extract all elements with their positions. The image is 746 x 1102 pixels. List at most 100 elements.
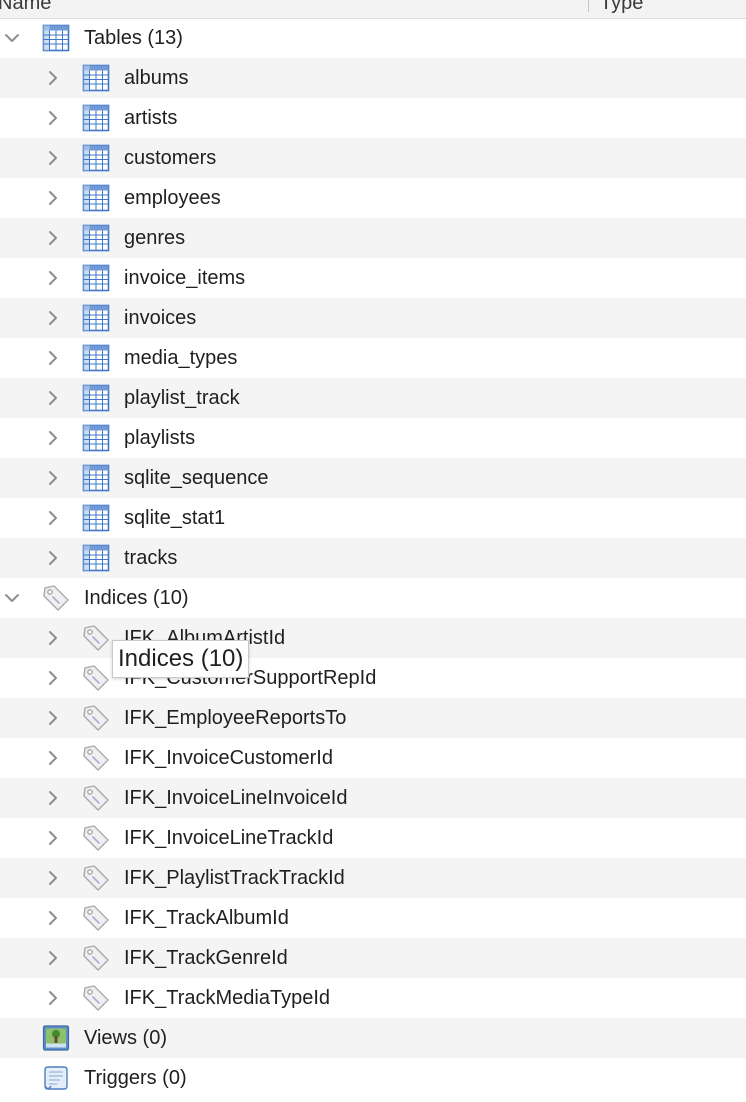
tree-item-table[interactable]: playlist_track: [0, 378, 746, 418]
tree-item-index[interactable]: IFK_EmployeeReportsTo: [0, 698, 746, 738]
type-column-header[interactable]: Type: [600, 0, 643, 15]
chevron-right-icon[interactable]: [43, 388, 63, 408]
tree-item-table[interactable]: employees: [0, 178, 746, 218]
chevron-right-icon[interactable]: [43, 508, 63, 528]
tree-item-index[interactable]: IFK_InvoiceLineInvoiceId: [0, 778, 746, 818]
chevron-right-icon[interactable]: [43, 668, 63, 688]
group-label: Tables (13): [84, 27, 183, 49]
tree-item-index[interactable]: IFK_PlaylistTrackTrackId: [0, 858, 746, 898]
tree-item-index[interactable]: IFK_InvoiceCustomerId: [0, 738, 746, 778]
item-label: albums: [124, 67, 189, 89]
item-label: IFK_InvoiceCustomerId: [124, 747, 333, 769]
chevron-right-icon[interactable]: [43, 948, 63, 968]
item-label: invoices: [124, 307, 197, 329]
chevron-right-icon[interactable]: [43, 828, 63, 848]
tag-icon: [82, 904, 110, 932]
chevron-right-icon[interactable]: [43, 348, 63, 368]
table-icon: [82, 104, 110, 132]
chevron-right-icon[interactable]: [43, 428, 63, 448]
tree-item-table[interactable]: sqlite_stat1: [0, 498, 746, 538]
tree-item-index[interactable]: IFK_InvoiceLineTrackId: [0, 818, 746, 858]
chevron-down-icon[interactable]: [2, 28, 22, 48]
group-views[interactable]: Views (0): [0, 1018, 746, 1058]
group-tables[interactable]: Tables (13): [0, 18, 746, 58]
table-icon: [42, 24, 70, 52]
tree-item-index[interactable]: IFK_TrackMediaTypeId: [0, 978, 746, 1018]
chevron-right-icon[interactable]: [43, 68, 63, 88]
chevron-right-icon[interactable]: [43, 268, 63, 288]
item-label: artists: [124, 107, 178, 129]
chevron-right-icon[interactable]: [43, 628, 63, 648]
tag-icon: [82, 984, 110, 1012]
chevron-right-icon[interactable]: [43, 308, 63, 328]
table-icon: [82, 264, 110, 292]
group-label: Views (0): [84, 1027, 167, 1049]
table-icon: [82, 344, 110, 372]
table-icon: [82, 224, 110, 252]
chevron-right-icon[interactable]: [43, 708, 63, 728]
table-icon: [82, 384, 110, 412]
column-header: Name Type: [0, 0, 746, 19]
tree-item-table[interactable]: playlists: [0, 418, 746, 458]
item-label: genres: [124, 227, 186, 249]
table-icon: [82, 424, 110, 452]
table-icon: [82, 144, 110, 172]
view-icon: [42, 1024, 70, 1052]
tag-icon: [82, 704, 110, 732]
column-divider[interactable]: [588, 0, 589, 12]
tree-item-table[interactable]: media_types: [0, 338, 746, 378]
table-icon: [82, 64, 110, 92]
item-label: IFK_PlaylistTrackTrackId: [124, 867, 345, 889]
group-triggers[interactable]: Triggers (0): [0, 1058, 746, 1098]
item-label: sqlite_sequence: [124, 467, 269, 489]
tag-icon: [82, 624, 110, 652]
chevron-right-icon[interactable]: [43, 108, 63, 128]
group-indices[interactable]: Indices (10): [0, 578, 746, 618]
chevron-right-icon[interactable]: [43, 868, 63, 888]
tree-item-index[interactable]: IFK_TrackGenreId: [0, 938, 746, 978]
name-column-header[interactable]: Name: [0, 0, 51, 15]
tag-icon: [42, 584, 70, 612]
tag-icon: [82, 944, 110, 972]
item-label: sqlite_stat1: [124, 507, 226, 529]
tag-icon: [82, 784, 110, 812]
tooltip: Indices (10): [112, 640, 250, 678]
table-icon: [82, 504, 110, 532]
item-label: IFK_EmployeeReportsTo: [124, 707, 347, 729]
item-label: employees: [124, 187, 221, 209]
item-label: IFK_TrackMediaTypeId: [124, 987, 331, 1009]
chevron-right-icon[interactable]: [43, 748, 63, 768]
item-label: IFK_InvoiceLineTrackId: [124, 827, 334, 849]
chevron-right-icon[interactable]: [43, 188, 63, 208]
chevron-right-icon[interactable]: [43, 468, 63, 488]
item-label: IFK_InvoiceLineInvoiceId: [124, 787, 348, 809]
tree-item-index[interactable]: IFK_TrackAlbumId: [0, 898, 746, 938]
trigger-icon: [42, 1064, 70, 1092]
chevron-right-icon[interactable]: [43, 148, 63, 168]
tag-icon: [82, 824, 110, 852]
tree-item-table[interactable]: sqlite_sequence: [0, 458, 746, 498]
tree-item-table[interactable]: tracks: [0, 538, 746, 578]
item-label: playlist_track: [124, 387, 240, 409]
tree-item-table[interactable]: invoices: [0, 298, 746, 338]
item-label: customers: [124, 147, 217, 169]
tree-item-table[interactable]: genres: [0, 218, 746, 258]
tree-item-table[interactable]: albums: [0, 58, 746, 98]
chevron-right-icon[interactable]: [43, 988, 63, 1008]
chevron-down-icon[interactable]: [2, 588, 22, 608]
chevron-right-icon[interactable]: [43, 788, 63, 808]
chevron-right-icon[interactable]: [43, 228, 63, 248]
tree-item-table[interactable]: invoice_items: [0, 258, 746, 298]
chevron-right-icon[interactable]: [43, 908, 63, 928]
table-icon: [82, 184, 110, 212]
item-label: IFK_TrackAlbumId: [124, 907, 289, 929]
chevron-right-icon[interactable]: [43, 548, 63, 568]
tree-item-table[interactable]: artists: [0, 98, 746, 138]
table-icon: [82, 464, 110, 492]
tree-item-table[interactable]: customers: [0, 138, 746, 178]
item-label: tracks: [124, 547, 178, 569]
group-label: Triggers (0): [84, 1067, 187, 1089]
item-label: media_types: [124, 347, 238, 369]
tag-icon: [82, 744, 110, 772]
group-label: Indices (10): [84, 587, 189, 609]
